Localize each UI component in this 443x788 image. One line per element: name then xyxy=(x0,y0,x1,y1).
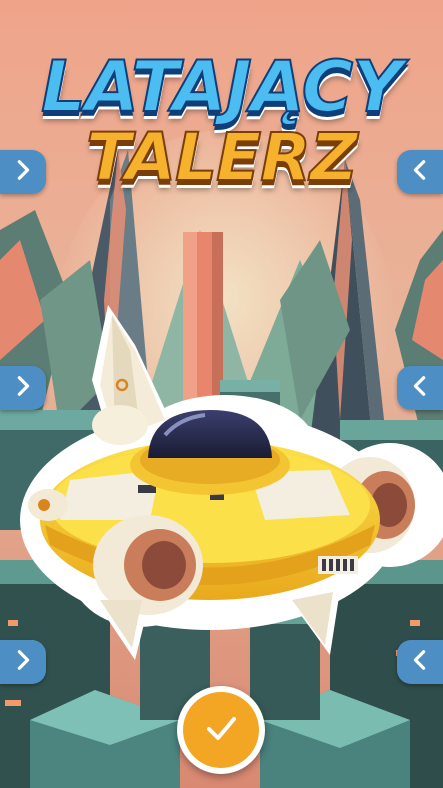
chevron-right-icon xyxy=(12,159,34,185)
chevron-left-icon xyxy=(409,649,431,675)
check-icon xyxy=(201,708,241,752)
game-title-line-2: TALERZ xyxy=(85,119,359,196)
previous-button[interactable] xyxy=(397,366,443,410)
confirm-button-face xyxy=(183,692,259,768)
next-button[interactable] xyxy=(0,640,46,684)
confirm-button[interactable] xyxy=(177,686,265,774)
previous-button[interactable] xyxy=(397,640,443,684)
chevron-left-icon xyxy=(409,159,431,185)
game-title-line-1: LATAJĄCY xyxy=(40,46,404,128)
previous-button[interactable] xyxy=(397,150,443,194)
chevron-right-icon xyxy=(12,375,34,401)
next-button[interactable] xyxy=(0,150,46,194)
chevron-right-icon xyxy=(12,649,34,675)
next-button[interactable] xyxy=(0,366,46,410)
chevron-left-icon xyxy=(409,375,431,401)
